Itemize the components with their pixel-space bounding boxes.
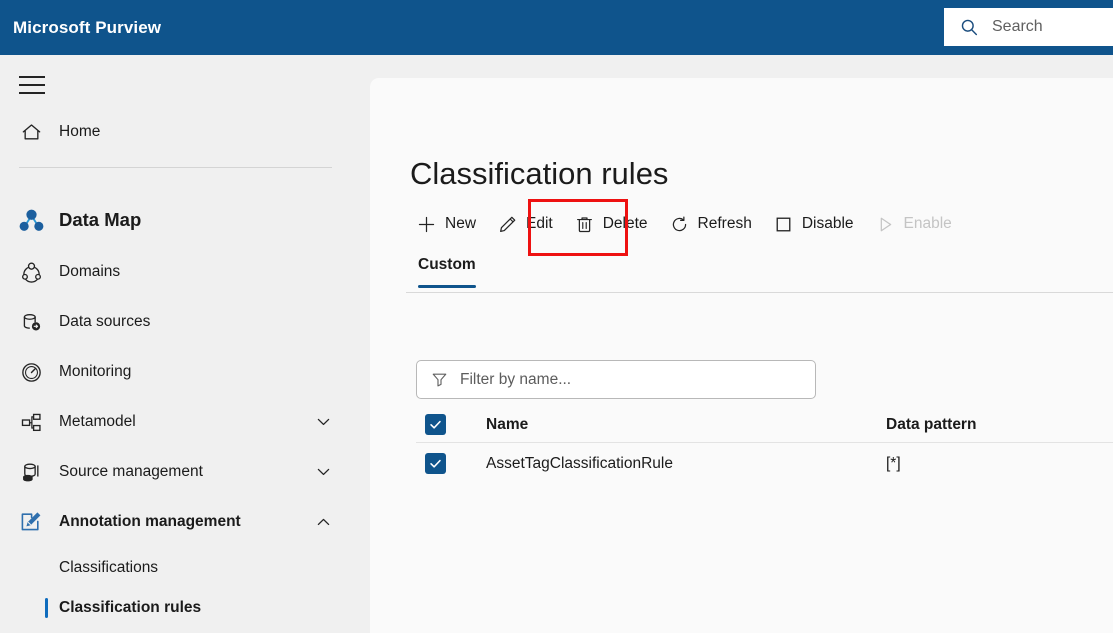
table-header-row: Name Data pattern [416, 407, 1113, 443]
new-button[interactable]: New [406, 202, 487, 246]
search-icon [960, 18, 979, 37]
column-header-name[interactable]: Name [486, 416, 886, 434]
row-select-cell [416, 453, 486, 474]
filter-placeholder: Filter by name... [460, 371, 571, 389]
chevron-down-icon[interactable] [315, 464, 332, 481]
page-title: Classification rules [410, 156, 668, 192]
play-icon [876, 215, 895, 234]
domains-icon [14, 261, 48, 284]
check-icon [429, 457, 442, 470]
database-icon [14, 311, 48, 334]
filter-icon [431, 371, 448, 388]
hamburger-icon[interactable] [19, 70, 49, 100]
filter-input[interactable]: Filter by name... [416, 360, 816, 399]
tag-pen-icon [14, 510, 48, 534]
edit-button[interactable]: Edit [487, 202, 564, 246]
rules-table: Name Data pattern AssetTagClassification… [416, 407, 1113, 484]
sidebar-item-data-map[interactable]: Data Map [0, 197, 370, 243]
sidebar-item-source-management[interactable]: Source management [0, 452, 370, 492]
search-placeholder: Search [992, 18, 1043, 36]
sidebar-item-label: Data Map [59, 209, 141, 231]
tab-custom[interactable]: Custom [418, 250, 476, 293]
sidebar-item-monitoring[interactable]: Monitoring [0, 352, 370, 392]
tab-label: Custom [418, 256, 476, 274]
metamodel-icon [14, 411, 48, 434]
sidebar-item-label: Home [59, 123, 100, 141]
disable-button[interactable]: Disable [763, 202, 865, 246]
column-header-data-pattern[interactable]: Data pattern [886, 416, 1106, 434]
refresh-icon [670, 215, 689, 234]
toolbar-label: Refresh [698, 215, 752, 233]
search-box[interactable]: Search [944, 8, 1113, 46]
sidebar-item-label: Annotation management [59, 513, 241, 531]
sidebar-divider [19, 167, 332, 168]
tab-strip: Custom [406, 250, 1113, 293]
sidebar-item-annotation-management[interactable]: Annotation management [0, 502, 370, 542]
data-map-icon [14, 206, 48, 235]
selection-indicator [45, 598, 48, 618]
app-title: Microsoft Purview [13, 18, 161, 38]
command-toolbar: New Edit [406, 202, 963, 246]
sidebar-item-home[interactable]: Home [0, 112, 370, 152]
toolbar-label: New [445, 215, 476, 233]
sidebar-item-label: Domains [59, 263, 120, 281]
table-row[interactable]: AssetTagClassificationRule [*] [416, 443, 1113, 484]
sidebar-item-data-sources[interactable]: Data sources [0, 302, 370, 342]
stack-icon [14, 461, 48, 484]
chevron-up-icon[interactable] [315, 514, 332, 531]
toolbar-label: Edit [526, 215, 553, 233]
refresh-button[interactable]: Refresh [659, 202, 763, 246]
main-content-panel: Classification rules New Edit [370, 78, 1113, 633]
tab-strip-divider [406, 292, 1113, 293]
plus-icon [417, 215, 436, 234]
delete-button[interactable]: Delete [564, 202, 659, 246]
sidebar-item-classifications[interactable]: Classifications [0, 550, 370, 586]
page-body: Home Data Map [0, 55, 1113, 633]
tab-active-underline [418, 285, 476, 288]
sidebar-item-domains[interactable]: Domains [0, 252, 370, 292]
pencil-icon [498, 215, 517, 234]
suite-header-bar: Microsoft Purview Search [0, 0, 1113, 55]
toolbar-label: Disable [802, 215, 854, 233]
toolbar-label: Enable [904, 215, 952, 233]
sidebar-subitem-label: Classifications [59, 559, 158, 577]
select-all-checkbox[interactable] [425, 414, 446, 435]
left-navigation: Home Data Map [0, 55, 370, 633]
sidebar-item-label: Source management [59, 463, 203, 481]
gauge-icon [14, 361, 48, 384]
sidebar-item-label: Monitoring [59, 363, 131, 381]
trash-icon [575, 215, 594, 234]
cell-data-pattern: [*] [886, 455, 1106, 473]
toolbar-label: Delete [603, 215, 648, 233]
cell-rule-name: AssetTagClassificationRule [486, 455, 886, 473]
home-icon [14, 121, 48, 144]
sidebar-item-classification-rules[interactable]: Classification rules [0, 590, 370, 626]
enable-button: Enable [865, 202, 963, 246]
row-checkbox[interactable] [425, 453, 446, 474]
sidebar-item-label: Metamodel [59, 413, 136, 431]
square-icon [774, 215, 793, 234]
chevron-down-icon[interactable] [315, 414, 332, 431]
sidebar-item-label: Data sources [59, 313, 150, 331]
sidebar-subitem-label: Classification rules [59, 599, 201, 617]
sidebar-item-metamodel[interactable]: Metamodel [0, 402, 370, 442]
select-all-cell [416, 414, 486, 435]
check-icon [429, 418, 442, 431]
